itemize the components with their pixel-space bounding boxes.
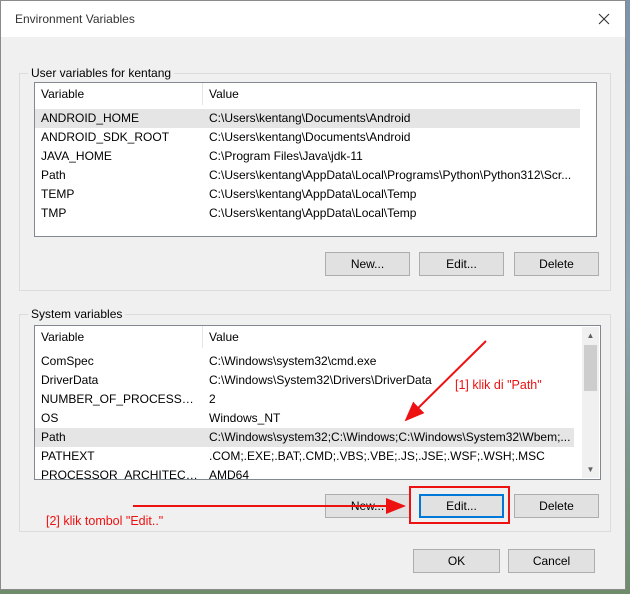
annotation-arrows [133, 340, 487, 514]
annotation-step2: [2] klik tombol "Edit.." [46, 514, 164, 528]
annotation-step1: [1] klik di "Path" [455, 378, 542, 392]
